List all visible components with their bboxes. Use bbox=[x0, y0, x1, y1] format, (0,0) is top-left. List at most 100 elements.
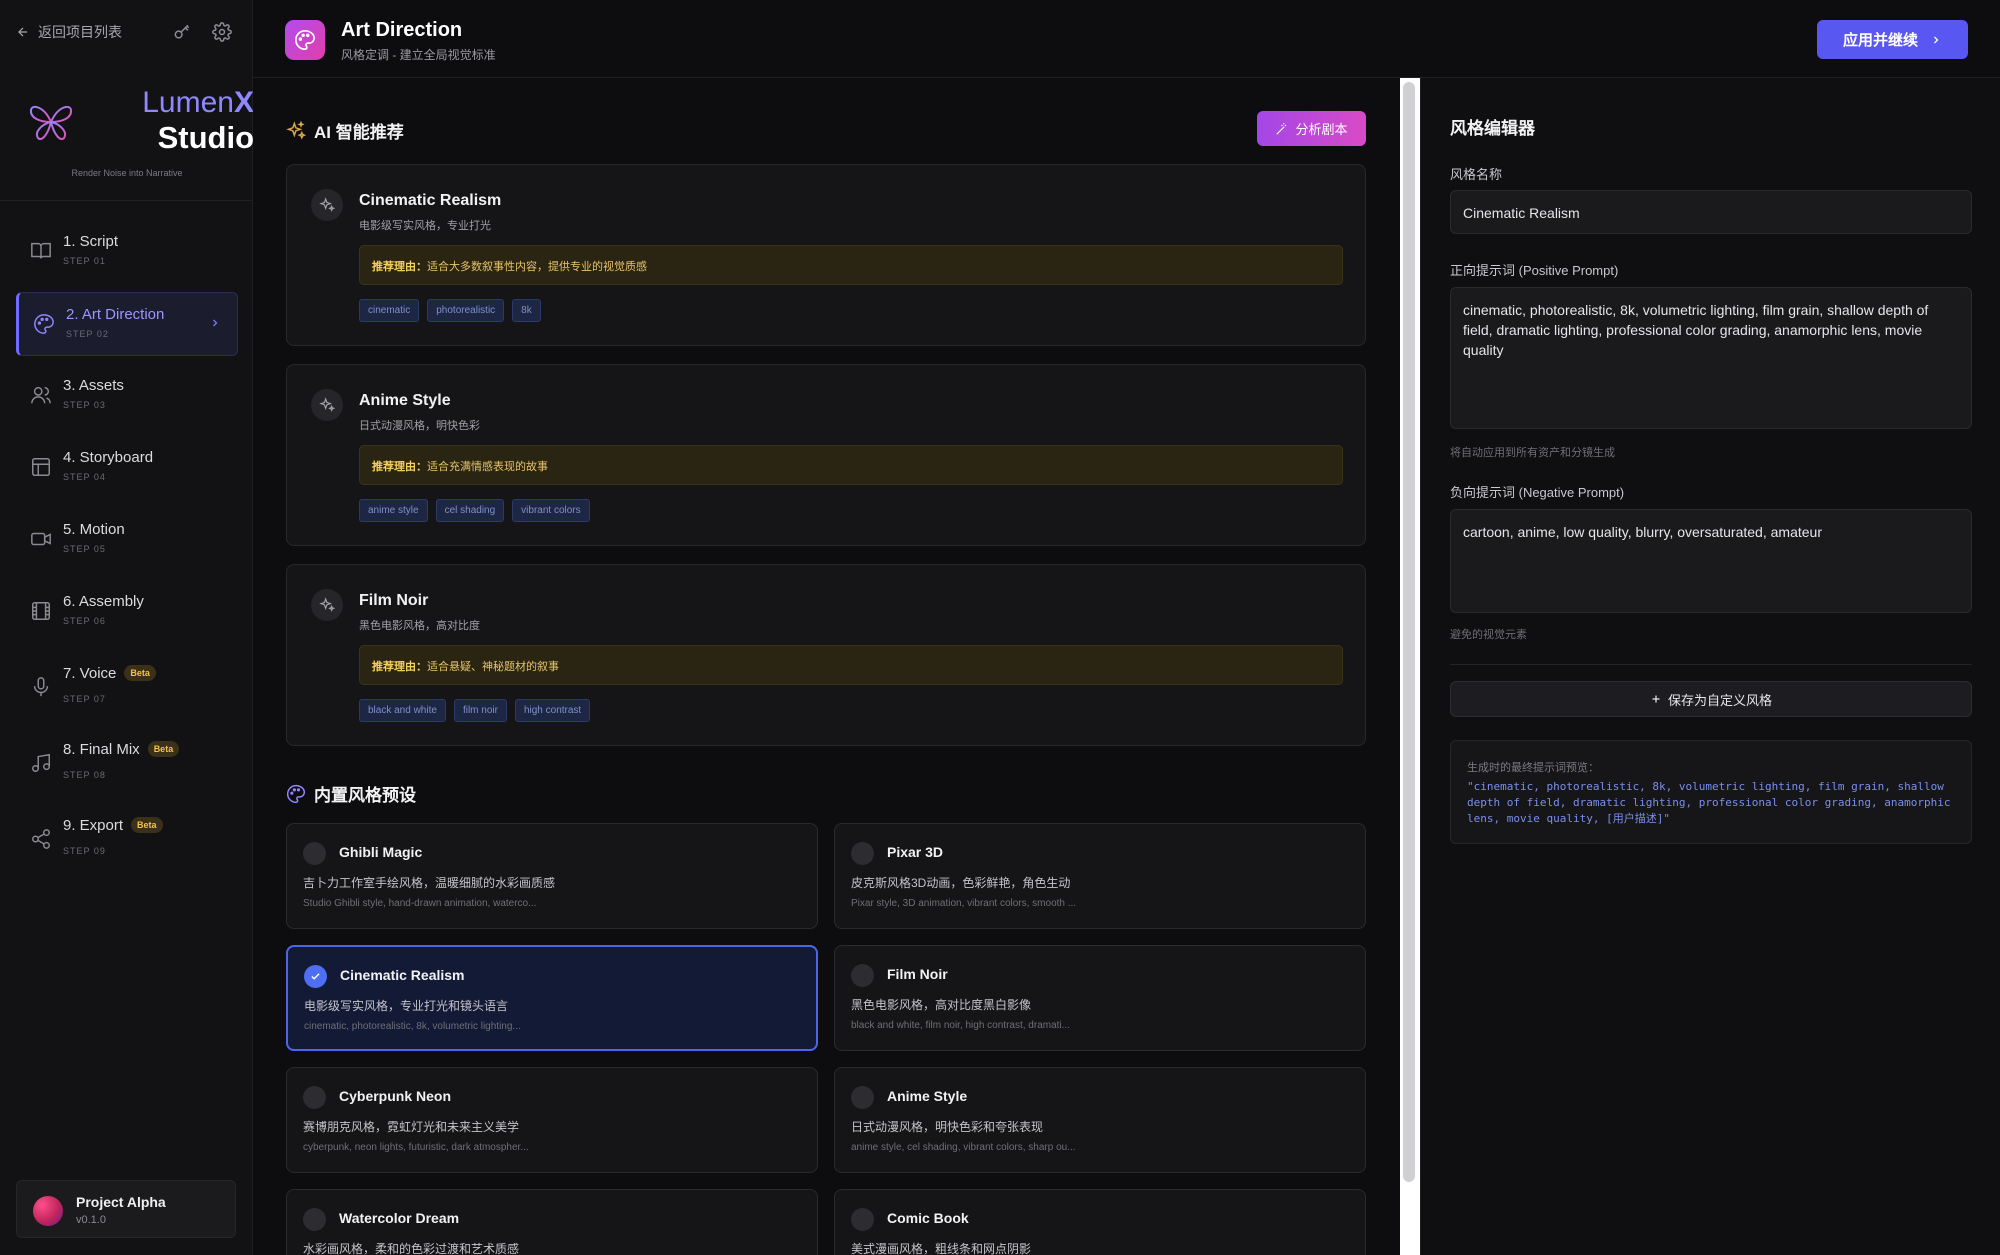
key-icon[interactable] bbox=[172, 22, 192, 42]
tag-list: anime style cel shading vibrant colors bbox=[359, 499, 590, 522]
preset-card[interactable]: Ghibli Magic 吉卜力工作室手绘风格，温暖细腻的水彩画质感 Studi… bbox=[286, 823, 818, 929]
sidebar-item-assets[interactable]: 3. Assets STEP 03 bbox=[16, 364, 238, 428]
preset-keywords: cyberpunk, neon lights, futuristic, dark… bbox=[303, 1142, 529, 1153]
presets-section-label: 内置风格预设 bbox=[314, 786, 416, 805]
scrollbar-thumb[interactable] bbox=[1403, 82, 1415, 1182]
radio-unselected[interactable] bbox=[303, 1208, 326, 1231]
mic-icon bbox=[30, 676, 52, 698]
sidebar-item-label: 9. Export Beta bbox=[63, 817, 163, 834]
film-icon bbox=[30, 600, 52, 622]
back-label: 返回项目列表 bbox=[38, 24, 122, 40]
tag: high contrast bbox=[514, 699, 591, 722]
radio-unselected[interactable] bbox=[851, 1086, 874, 1109]
sidebar-item-assembly[interactable]: 6. Assembly STEP 06 bbox=[16, 580, 238, 644]
sidebar-item-voice[interactable]: 7. Voice Beta STEP 07 bbox=[16, 652, 238, 720]
sidebar-item-storyboard[interactable]: 4. Storyboard STEP 04 bbox=[16, 436, 238, 500]
check-icon[interactable] bbox=[304, 965, 327, 988]
preset-card[interactable]: Film Noir 黑色电影风格，高对比度黑白影像 black and whit… bbox=[834, 945, 1366, 1051]
sidebar-item-step: STEP 02 bbox=[66, 329, 109, 339]
recommendation-reason: 推荐理由：适合悬疑、神秘题材的叙事 bbox=[359, 645, 1343, 685]
layout-icon bbox=[30, 456, 52, 478]
recommendation-title: Cinematic Realism bbox=[359, 192, 502, 209]
plus-icon bbox=[1650, 693, 1662, 705]
presets-section-title: 内置风格预设 bbox=[286, 781, 416, 806]
radio-unselected[interactable] bbox=[303, 1086, 326, 1109]
sidebar-item-motion[interactable]: 5. Motion STEP 05 bbox=[16, 508, 238, 572]
brand-tagline: Render Noise into Narrative bbox=[71, 168, 183, 178]
sidebar-item-label: 3. Assets bbox=[63, 377, 124, 394]
brand-studio: Studio bbox=[157, 120, 254, 155]
sidebar-item-art-direction[interactable]: 2. Art Direction STEP 02 bbox=[16, 292, 238, 356]
project-switcher[interactable]: Project Alpha v0.1.0 bbox=[16, 1180, 236, 1238]
reason-text: 适合悬疑、神秘题材的叙事 bbox=[427, 661, 559, 673]
sidebar-item-export[interactable]: 9. Export Beta STEP 09 bbox=[16, 804, 238, 872]
page-subtitle: 风格定调 - 建立全局视觉标准 bbox=[341, 48, 496, 62]
preset-keywords: cinematic, photorealistic, 8k, volumetri… bbox=[304, 1021, 521, 1032]
reason-prefix: 推荐理由： bbox=[372, 261, 427, 273]
recommendation-card[interactable]: Film Noir 黑色电影风格，高对比度 推荐理由：适合悬疑、神秘题材的叙事 … bbox=[286, 564, 1366, 746]
sidebar-item-script[interactable]: 1. Script STEP 01 bbox=[16, 220, 238, 284]
radio-unselected[interactable] bbox=[851, 1208, 874, 1231]
sidebar-item-step: STEP 07 bbox=[63, 694, 106, 704]
sparkles-icon bbox=[311, 189, 343, 221]
positive-prompt-textarea[interactable]: cinematic, photorealistic, 8k, volumetri… bbox=[1450, 287, 1972, 429]
sidebar: 返回项目列表 LumenX Studio Render Noise into N… bbox=[0, 0, 254, 1255]
recommendation-title: Anime Style bbox=[359, 392, 451, 409]
sidebar-item-step: STEP 01 bbox=[63, 256, 106, 266]
sidebar-item-label: 2. Art Direction bbox=[66, 306, 165, 323]
preset-card[interactable]: Watercolor Dream 水彩画风格，柔和的色彩过渡和艺术质感 bbox=[286, 1189, 818, 1255]
page-title: Art Direction bbox=[341, 19, 463, 41]
tag-list: black and white film noir high contrast bbox=[359, 699, 591, 722]
radio-unselected[interactable] bbox=[851, 842, 874, 865]
sidebar-item-step: STEP 08 bbox=[63, 770, 106, 780]
radio-unselected[interactable] bbox=[851, 964, 874, 987]
style-name-input[interactable]: Cinematic Realism bbox=[1450, 190, 1972, 234]
positive-prompt-label: 正向提示词 (Positive Prompt) bbox=[1450, 263, 1619, 278]
preset-desc: 美式漫画风格，粗线条和网点阴影 bbox=[851, 1242, 1032, 1255]
preset-card-selected[interactable]: Cinematic Realism 电影级写实风格，专业打光和镜头语言 cine… bbox=[286, 945, 818, 1051]
tag: vibrant colors bbox=[512, 499, 590, 522]
gear-icon[interactable] bbox=[212, 22, 232, 42]
sidebar-item-label: 5. Motion bbox=[63, 521, 125, 538]
palette-icon bbox=[285, 20, 325, 60]
analyze-script-button[interactable]: 分析剧本 bbox=[1257, 111, 1366, 146]
recommendation-card[interactable]: Anime Style 日式动漫风格，明快色彩 推荐理由：适合充满情感表现的故事… bbox=[286, 364, 1366, 546]
palette-icon bbox=[33, 313, 55, 335]
tag: cinematic bbox=[359, 299, 420, 322]
negative-prompt-hint: 避免的视觉元素 bbox=[1450, 629, 1527, 641]
tag: photorealistic bbox=[427, 299, 505, 322]
sparkles-icon bbox=[311, 389, 343, 421]
preset-desc: 赛博朋克风格，霓虹灯光和未来主义美学 bbox=[303, 1120, 520, 1134]
tag: 8k bbox=[512, 299, 541, 322]
reason-text: 适合大多数叙事性内容，提供专业的视觉质感 bbox=[427, 261, 647, 273]
recommendation-desc: 日式动漫风格，明快色彩 bbox=[359, 420, 480, 432]
sidebar-divider bbox=[0, 200, 253, 201]
back-to-projects-link[interactable]: 返回项目列表 bbox=[16, 22, 122, 42]
project-version: v0.1.0 bbox=[76, 1214, 106, 1226]
beta-badge: Beta bbox=[131, 817, 163, 833]
preset-desc: 皮克斯风格3D动画，色彩鲜艳，角色生动 bbox=[851, 876, 1071, 890]
preset-card[interactable]: Comic Book 美式漫画风格，粗线条和网点阴影 bbox=[834, 1189, 1366, 1255]
sparkles-icon bbox=[311, 589, 343, 621]
preset-card[interactable]: Pixar 3D 皮克斯风格3D动画，色彩鲜艳，角色生动 Pixar style… bbox=[834, 823, 1366, 929]
chevron-right-icon bbox=[1930, 34, 1942, 46]
butterfly-logo-icon bbox=[28, 98, 74, 144]
preset-desc: 日式动漫风格，明快色彩和夸张表现 bbox=[851, 1120, 1044, 1134]
preset-card[interactable]: Cyberpunk Neon 赛博朋克风格，霓虹灯光和未来主义美学 cyberp… bbox=[286, 1067, 818, 1173]
preset-name: Anime Style bbox=[887, 1088, 968, 1104]
analyze-label: 分析剧本 bbox=[1295, 122, 1348, 137]
share-icon bbox=[30, 828, 52, 850]
step-nav: 1. Script STEP 01 2. Art Direction STEP … bbox=[16, 220, 238, 880]
radio-unselected[interactable] bbox=[303, 842, 326, 865]
positive-prompt-hint: 将自动应用到所有资产和分镜生成 bbox=[1450, 447, 1615, 459]
negative-prompt-textarea[interactable]: cartoon, anime, low quality, blurry, ove… bbox=[1450, 509, 1972, 613]
reason-prefix: 推荐理由： bbox=[372, 461, 427, 473]
recommendation-card[interactable]: Cinematic Realism 电影级写实风格，专业打光 推荐理由：适合大多… bbox=[286, 164, 1366, 346]
apply-continue-button[interactable]: 应用并继续 bbox=[1817, 20, 1968, 59]
preset-name: Film Noir bbox=[887, 966, 948, 982]
preset-card[interactable]: Anime Style 日式动漫风格，明快色彩和夸张表现 anime style… bbox=[834, 1067, 1366, 1173]
save-custom-style-button[interactable]: 保存为自定义风格 bbox=[1450, 681, 1972, 717]
sidebar-item-final-mix[interactable]: 8. Final Mix Beta STEP 08 bbox=[16, 728, 238, 796]
page-header: Art Direction 风格定调 - 建立全局视觉标准 应用并继续 bbox=[253, 0, 2000, 78]
arrow-left-icon bbox=[16, 25, 30, 39]
